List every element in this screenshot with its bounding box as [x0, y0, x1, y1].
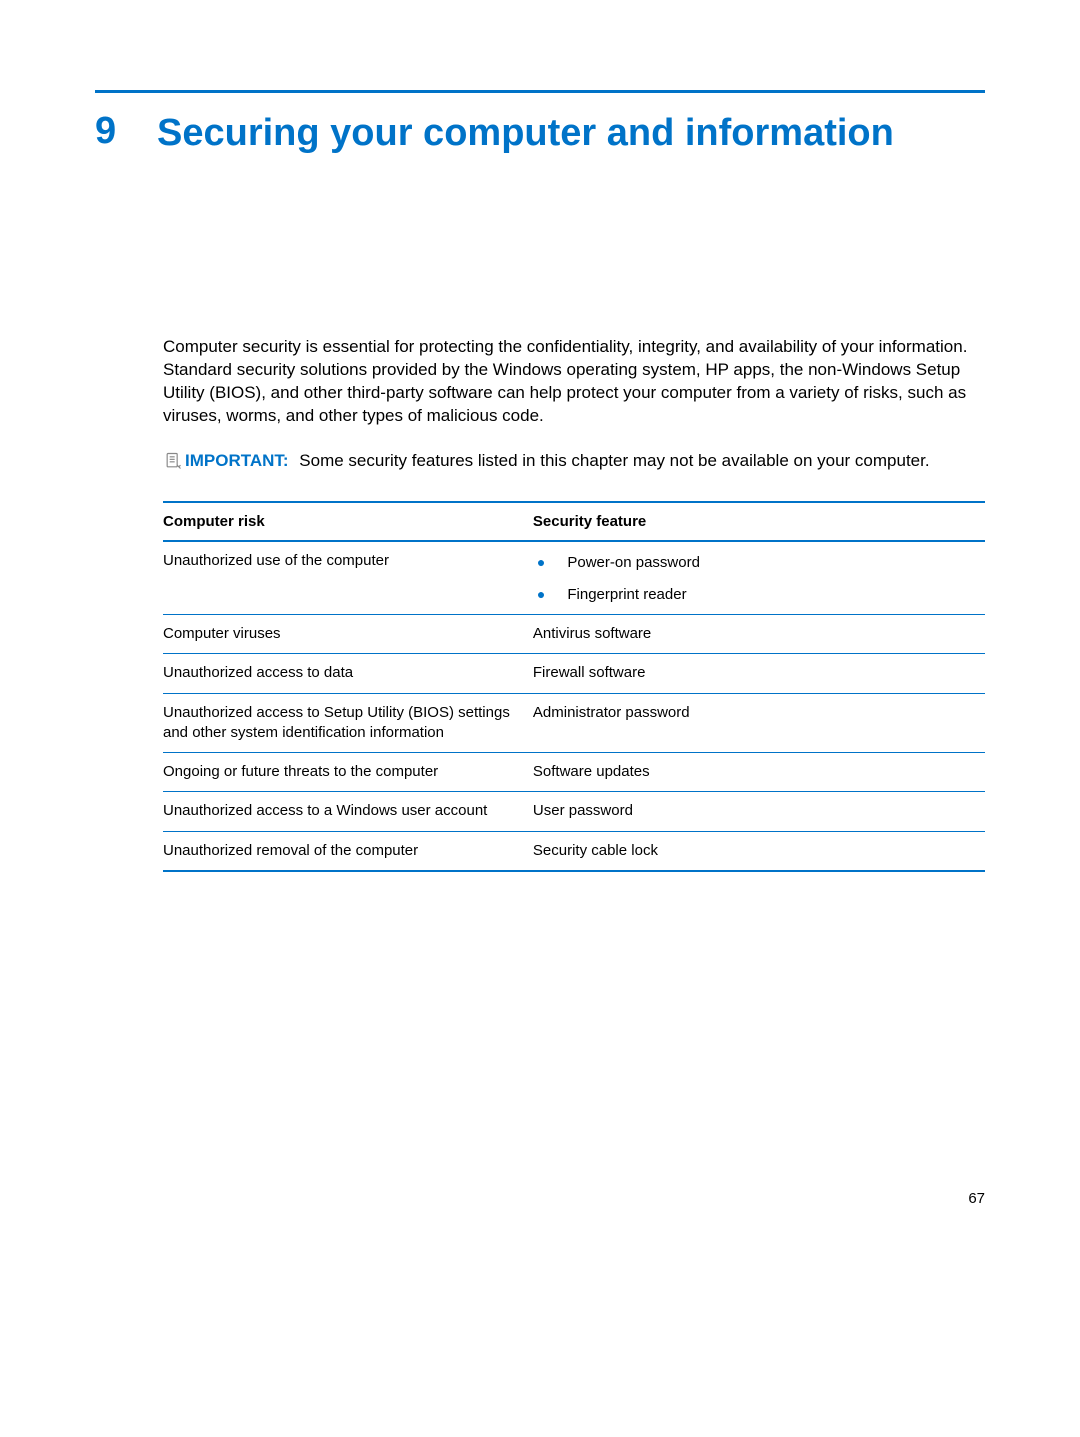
- page-number: 67: [968, 1190, 985, 1207]
- note-label: IMPORTANT:: [185, 451, 289, 470]
- risk-cell: Unauthorized use of the computer: [163, 541, 533, 615]
- feature-list-item: ● Fingerprint reader: [533, 583, 973, 605]
- chapter-title: Securing your computer and information: [157, 111, 894, 156]
- risk-cell: Unauthorized access to Setup Utility (BI…: [163, 693, 533, 753]
- feature-list-item: ● Power-on password: [533, 551, 973, 583]
- content-area: Computer security is essential for prote…: [163, 336, 985, 872]
- feature-cell: Firewall software: [533, 654, 985, 693]
- note-icon: [163, 451, 183, 471]
- intro-paragraph: Computer security is essential for prote…: [163, 336, 985, 428]
- feature-cell: User password: [533, 792, 985, 831]
- bullet-icon: ●: [537, 585, 545, 603]
- feature-cell: Software updates: [533, 753, 985, 792]
- feature-list: ● Power-on password ● Fingerprint reader: [533, 551, 973, 606]
- risk-cell: Unauthorized access to data: [163, 654, 533, 693]
- feature-cell: ● Power-on password ● Fingerprint reader: [533, 541, 985, 615]
- risk-cell: Unauthorized access to a Windows user ac…: [163, 792, 533, 831]
- bullet-icon: ●: [537, 553, 545, 571]
- table-row: Unauthorized access to dataFirewall soft…: [163, 654, 985, 693]
- table-row: Unauthorized access to a Windows user ac…: [163, 792, 985, 831]
- feature-cell: Antivirus software: [533, 615, 985, 654]
- risk-cell: Computer viruses: [163, 615, 533, 654]
- chapter-header: 9 Securing your computer and information: [95, 111, 985, 156]
- feature-text: Power-on password: [567, 553, 700, 573]
- table-row: Unauthorized access to Setup Utility (BI…: [163, 693, 985, 753]
- table-header-feature: Security feature: [533, 502, 985, 541]
- top-rule: [95, 90, 985, 93]
- note-text: Some security features listed in this ch…: [299, 451, 929, 470]
- risk-cell: Unauthorized removal of the computer: [163, 831, 533, 871]
- table-header-risk: Computer risk: [163, 502, 533, 541]
- feature-text: Fingerprint reader: [567, 585, 686, 605]
- feature-cell: Administrator password: [533, 693, 985, 753]
- important-note: IMPORTANT: Some security features listed…: [163, 450, 985, 473]
- risk-cell: Ongoing or future threats to the compute…: [163, 753, 533, 792]
- risk-feature-table: Computer risk Security feature Unauthori…: [163, 501, 985, 872]
- feature-cell: Security cable lock: [533, 831, 985, 871]
- table-row: Unauthorized removal of the computerSecu…: [163, 831, 985, 871]
- table-row: Computer virusesAntivirus software: [163, 615, 985, 654]
- chapter-number: 9: [95, 111, 123, 153]
- table-row: Unauthorized use of the computer● Power-o…: [163, 541, 985, 615]
- table-row: Ongoing or future threats to the compute…: [163, 753, 985, 792]
